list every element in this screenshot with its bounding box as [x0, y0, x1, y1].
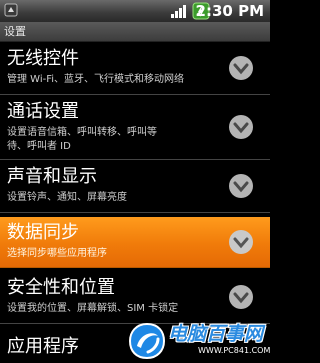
setting-subtitle-line-1: 设置语音信箱、呼叫转移、呼叫等	[7, 127, 157, 138]
setting-wireless[interactable]: 无线控件 管理 Wi-Fi、蓝牙、飞行模式和移动网络	[0, 42, 270, 95]
watermark-logo-icon	[128, 322, 166, 360]
setting-title: 无线控件	[7, 48, 79, 69]
setting-call[interactable]: 通话设置 设置语音信箱、呼叫转移、呼叫等 待、呼叫者 ID	[0, 95, 270, 160]
setting-subtitle: 管理 Wi-Fi、蓝牙、飞行模式和移动网络	[7, 74, 185, 85]
watermark-name: 电脑百事网	[168, 323, 264, 345]
chevron-down-icon[interactable]	[228, 114, 254, 140]
title-bar: 设置	[0, 22, 270, 42]
setting-title: 数据同步	[7, 222, 79, 243]
setting-security-location[interactable]: 安全性和位置 设置我的位置、屏幕解锁、SIM 卡锁定	[0, 271, 270, 324]
setting-subtitle: 设置我的位置、屏幕解锁、SIM 卡锁定	[7, 303, 179, 314]
notification-icon	[4, 3, 18, 17]
watermark: 电脑百事网 WWW.PC841.COM	[128, 320, 270, 363]
setting-title: 通话设置	[7, 101, 79, 122]
chevron-down-icon[interactable]	[228, 229, 254, 255]
signal-icon	[171, 5, 186, 18]
status-time: 2:30 PM	[195, 2, 264, 20]
setting-title: 声音和显示	[7, 166, 97, 187]
chevron-down-icon[interactable]	[228, 173, 254, 199]
page-title: 设置	[4, 25, 26, 38]
chevron-down-icon[interactable]	[228, 284, 254, 310]
setting-sound-display[interactable]: 声音和显示 设置铃声、通知、屏幕亮度	[0, 160, 270, 213]
setting-title: 应用程序	[7, 336, 79, 357]
status-bar: 2:30 PM	[0, 0, 270, 22]
setting-data-sync[interactable]: 数据同步 选择同步哪些应用程序	[0, 217, 270, 268]
chevron-down-icon[interactable]	[228, 55, 254, 81]
setting-subtitle: 选择同步哪些应用程序	[7, 248, 107, 259]
setting-subtitle: 设置铃声、通知、屏幕亮度	[7, 192, 127, 203]
watermark-url: WWW.PC841.COM	[198, 346, 271, 355]
setting-subtitle-line-2: 待、呼叫者 ID	[7, 141, 71, 152]
setting-title: 安全性和位置	[7, 277, 115, 298]
